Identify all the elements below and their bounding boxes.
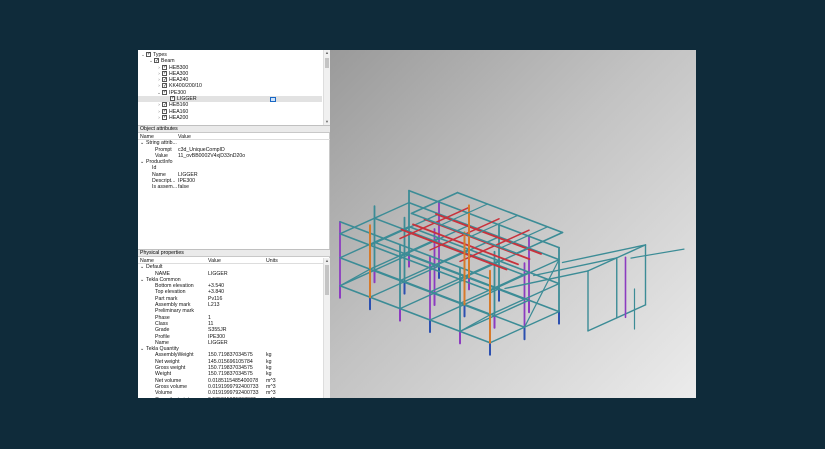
tree-item[interactable]: ›HEA200 <box>138 114 330 121</box>
tree-item-label: HEA160 <box>169 108 189 115</box>
steel-member[interactable] <box>373 241 526 300</box>
steel-member[interactable] <box>504 270 589 290</box>
property-value: false <box>178 184 189 191</box>
scroll-thumb[interactable] <box>325 58 329 68</box>
steel-member[interactable] <box>339 233 491 292</box>
visibility-checkbox[interactable] <box>162 102 167 108</box>
steel-member[interactable] <box>339 285 491 344</box>
visibility-checkbox[interactable] <box>162 114 167 121</box>
visibility-checkbox[interactable] <box>162 89 167 95</box>
visibility-checkbox[interactable] <box>162 108 167 114</box>
property-name: Is assem... <box>152 184 178 191</box>
steel-member[interactable] <box>533 257 618 277</box>
property-row[interactable]: Is assem... false <box>138 184 330 190</box>
steel-member[interactable] <box>630 248 685 259</box>
object-attributes-table: Name Value ⌄ String attrib... Prompt c3d_Un… <box>138 134 330 247</box>
3d-model-viewport[interactable] <box>330 50 696 398</box>
tree-item-label: HEB160 <box>169 102 189 109</box>
visibility-checkbox[interactable] <box>162 77 167 83</box>
tree-scrollbar[interactable]: ▲ ▼ <box>323 50 330 125</box>
property-name: Gross footprint area <box>155 397 201 398</box>
visibility-checkbox[interactable] <box>154 58 159 64</box>
app-window: ⌄Types⌄Beam›HEB300›HEA300›HEA240›KK400/2… <box>138 50 696 398</box>
physical-properties-header: Physical properties <box>138 249 330 257</box>
steel-member[interactable] <box>500 226 549 249</box>
left-panel: ⌄Types⌄Beam›HEB300›HEA300›HEA240›KK400/2… <box>138 50 330 398</box>
steel-member[interactable] <box>339 257 491 316</box>
visibility-checkbox[interactable] <box>162 64 167 70</box>
steel-member[interactable] <box>561 244 647 264</box>
visibility-checkbox[interactable] <box>162 70 167 77</box>
property-value: 0.535215825807877 <box>208 397 256 398</box>
steel-member[interactable] <box>339 268 371 287</box>
tree-item-label: HEA300 <box>169 70 189 77</box>
tree-item-label: HEA240 <box>169 77 189 84</box>
type-tree: ⌄Types⌄Beam›HEB300›HEA300›HEA240›KK400/2… <box>138 50 330 125</box>
physical-properties-table: Name Value Units ⌄ Default NAME LIGGER ⌄ Tekl… <box>138 258 330 398</box>
tree-item-label: HEA200 <box>169 114 189 121</box>
steel-member[interactable] <box>410 191 459 215</box>
steel-member[interactable] <box>470 214 519 237</box>
property-units: m^2 <box>266 397 276 398</box>
steel-member[interactable] <box>515 231 564 255</box>
visibility-checkbox[interactable] <box>146 51 151 58</box>
tree-item-label: LIGGER <box>177 96 197 103</box>
tree-item-label: HEB300 <box>169 64 189 71</box>
visibility-checkbox[interactable] <box>170 95 175 102</box>
visibility-checkbox[interactable] <box>162 83 167 89</box>
property-row[interactable]: Gross footprint area 0.535215825807877 m^2 <box>138 397 330 398</box>
phys-scrollbar[interactable]: ▲ <box>323 258 330 398</box>
tree-item-label: KK400/200/10 <box>169 83 202 90</box>
object-attributes-header: Object attributes <box>138 125 330 133</box>
steel-frame-model[interactable] <box>330 50 696 398</box>
scroll-thumb[interactable] <box>325 265 329 295</box>
steel-member[interactable] <box>440 203 489 226</box>
select-icon[interactable] <box>270 96 276 102</box>
